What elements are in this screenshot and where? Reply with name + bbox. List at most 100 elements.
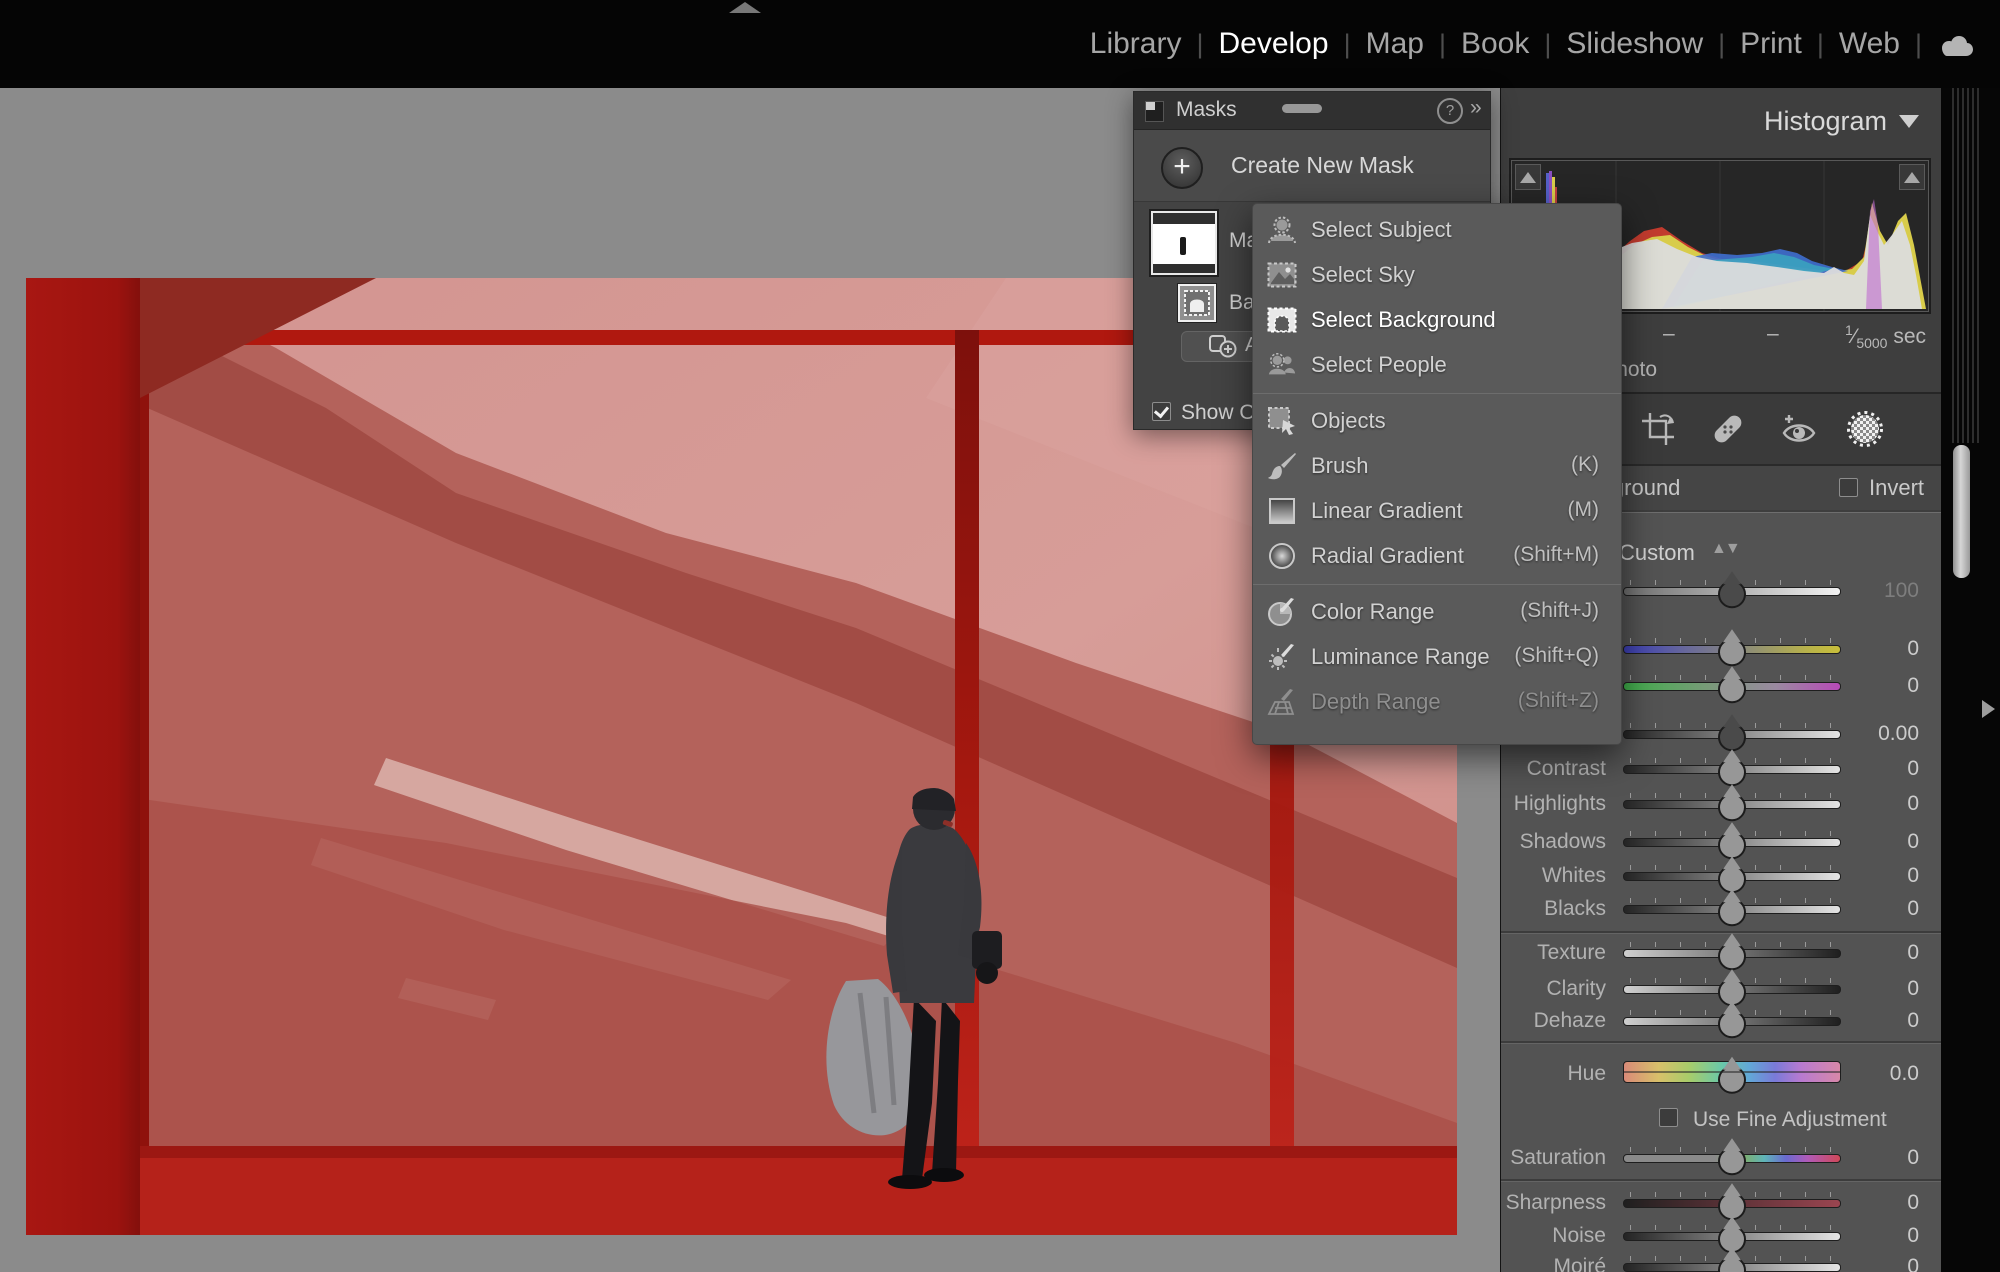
contrast-slider-handle[interactable]	[1718, 758, 1746, 786]
depth-range-icon	[1267, 687, 1297, 717]
saturation-slider-handle[interactable]	[1718, 1147, 1746, 1175]
red-eye-tool-icon[interactable]	[1778, 408, 1820, 450]
panel-collapse-arrow-icon[interactable]	[1982, 700, 1995, 718]
tab-develop[interactable]: Develop	[1203, 27, 1343, 61]
mask1-thumbnail[interactable]	[1151, 211, 1217, 275]
slider-value: 0	[1907, 830, 1919, 854]
effect-preset-select[interactable]: Custom	[1619, 540, 1695, 566]
highlight-clipping-button[interactable]	[1899, 164, 1925, 190]
menu-item-radial-gradient[interactable]: Radial Gradient (Shift+M)	[1253, 534, 1621, 579]
saturation-slider[interactable]	[1623, 1154, 1841, 1163]
blacks-slider[interactable]	[1623, 905, 1841, 914]
background-component-thumbnail[interactable]	[1178, 284, 1216, 322]
whites-slider[interactable]	[1623, 872, 1841, 881]
create-new-mask-button[interactable]: + Create New Mask	[1134, 130, 1490, 202]
slider-label: Hue	[1501, 1062, 1606, 1086]
module-divider: |	[1344, 29, 1351, 60]
menu-item-brush[interactable]: Brush (K)	[1253, 444, 1621, 489]
menu-item-objects[interactable]: Objects	[1253, 399, 1621, 444]
tint-slider[interactable]	[1623, 682, 1841, 691]
highlights-slider[interactable]	[1623, 800, 1841, 809]
panel-more-icon[interactable]: »	[1470, 96, 1482, 120]
dehaze-slider-handle[interactable]	[1718, 1010, 1746, 1038]
temp-slider-handle[interactable]	[1718, 638, 1746, 666]
shadow-clipping-icon	[1520, 172, 1536, 183]
cloud-sync-icon[interactable]	[1938, 31, 1974, 57]
temp-slider[interactable]	[1623, 645, 1841, 654]
amount-slider-handle[interactable]	[1718, 580, 1746, 608]
tab-slideshow[interactable]: Slideshow	[1551, 27, 1718, 61]
hide-top-panel-arrow-icon[interactable]	[729, 2, 761, 13]
tab-print[interactable]: Print	[1725, 27, 1817, 61]
shutter-numerator: 1	[1845, 322, 1853, 338]
tint-slider-handle[interactable]	[1718, 675, 1746, 703]
menu-item-shortcut: (Shift+Q)	[1514, 644, 1599, 668]
help-icon[interactable]: ?	[1437, 98, 1463, 124]
slider-row-contrast: Contrast 0	[1501, 754, 1942, 784]
shadows-slider[interactable]	[1623, 838, 1841, 847]
tab-library[interactable]: Library	[1075, 27, 1197, 61]
exposure-slider[interactable]	[1623, 730, 1841, 739]
hue-slider[interactable]	[1623, 1061, 1841, 1083]
contrast-slider[interactable]	[1623, 765, 1841, 774]
texture-slider[interactable]	[1623, 949, 1841, 958]
dehaze-slider[interactable]	[1623, 1017, 1841, 1026]
color-range-icon	[1267, 597, 1297, 627]
show-overlay-checkbox[interactable]	[1152, 402, 1171, 421]
exposure-slider-handle[interactable]	[1718, 723, 1746, 751]
slider-label: Saturation	[1501, 1146, 1606, 1170]
menu-item-color-range[interactable]: Color Range (Shift+J)	[1253, 590, 1621, 635]
highlights-slider-handle[interactable]	[1718, 793, 1746, 821]
use-fine-adjustment-checkbox[interactable]	[1659, 1108, 1678, 1127]
module-divider: |	[1544, 29, 1551, 60]
hue-slider-handle[interactable]	[1718, 1066, 1746, 1094]
histogram-header[interactable]: Histogram	[1764, 106, 1919, 137]
menu-item-label: Linear Gradient	[1311, 498, 1463, 524]
menu-item-select-sky[interactable]: Select Sky	[1253, 253, 1621, 298]
plus-icon: +	[1161, 147, 1203, 189]
menu-item-select-background[interactable]: Select Background	[1253, 298, 1621, 343]
scrollbar-thumb[interactable]	[1953, 445, 1970, 578]
slider-row-hue: Hue 0.0	[1501, 1059, 1942, 1095]
panel-drag-handle[interactable]	[1282, 104, 1322, 113]
noise-slider[interactable]	[1623, 1232, 1841, 1241]
lightroom-develop-screen: Library | Develop | Map | Book | Slidesh…	[0, 0, 2000, 1272]
tab-book[interactable]: Book	[1446, 27, 1544, 61]
slider-value: 0	[1907, 637, 1919, 661]
slider-value: 0	[1907, 977, 1919, 1001]
masks-panel-header[interactable]: Masks ? »	[1134, 92, 1490, 130]
healing-tool-icon[interactable]	[1707, 408, 1749, 450]
amount-slider[interactable]	[1623, 587, 1841, 596]
module-divider: |	[1439, 29, 1446, 60]
menu-item-luminance-range[interactable]: Luminance Range (Shift+Q)	[1253, 635, 1621, 680]
clarity-slider[interactable]	[1623, 985, 1841, 994]
masking-tool-icon-active[interactable]	[1844, 408, 1886, 450]
invert-checkbox[interactable]	[1839, 478, 1858, 497]
slider-label: Whites	[1501, 864, 1606, 888]
tab-map[interactable]: Map	[1351, 27, 1439, 61]
slider-row-texture: Texture 0	[1501, 938, 1942, 968]
texture-slider-handle[interactable]	[1718, 942, 1746, 970]
slider-row-moire: Moiré 0	[1501, 1252, 1942, 1272]
dock-panel-icon[interactable]	[1145, 101, 1164, 122]
menu-item-depth-range[interactable]: Depth Range (Shift+Z)	[1253, 680, 1621, 725]
menu-item-shortcut: (Shift+Z)	[1518, 689, 1599, 713]
panel-separator	[1501, 1179, 1942, 1182]
slider-value: 0	[1907, 897, 1919, 921]
menu-item-select-subject[interactable]: Select Subject	[1253, 208, 1621, 253]
menu-item-linear-gradient[interactable]: Linear Gradient (M)	[1253, 489, 1621, 534]
moire-slider[interactable]	[1623, 1263, 1841, 1272]
top-module-bar: Library | Develop | Map | Book | Slidesh…	[0, 0, 2000, 88]
shadow-clipping-button[interactable]	[1515, 164, 1541, 190]
shadows-slider-handle[interactable]	[1718, 831, 1746, 859]
slider-value: 0	[1907, 1146, 1919, 1170]
menu-item-select-people[interactable]: Select People	[1253, 343, 1621, 388]
tab-web[interactable]: Web	[1824, 27, 1915, 61]
slider-row-shadows: Shadows 0	[1501, 827, 1942, 857]
sharpness-slider[interactable]	[1623, 1199, 1841, 1208]
effect-preset-arrows-icon[interactable]: ▲▼	[1711, 540, 1739, 558]
blacks-slider-handle[interactable]	[1718, 898, 1746, 926]
crop-tool-icon[interactable]	[1637, 408, 1679, 450]
menu-item-label: Brush	[1311, 453, 1368, 479]
slider-label: Dehaze	[1501, 1009, 1606, 1033]
